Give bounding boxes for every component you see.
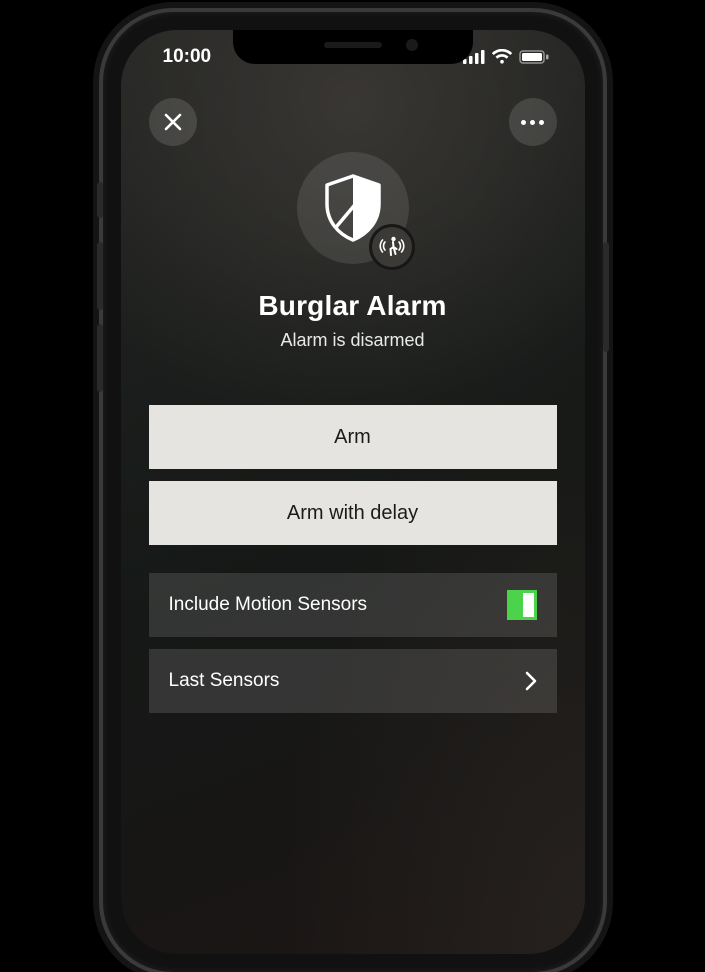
arm-button[interactable]: Arm	[149, 405, 557, 469]
chevron-right-icon	[525, 671, 537, 691]
phone-notch	[233, 30, 473, 64]
status-indicators	[463, 49, 553, 65]
row-label: Include Motion Sensors	[169, 594, 368, 616]
wifi-icon	[491, 49, 513, 65]
more-button[interactable]	[509, 98, 557, 146]
motion-sensor-icon	[379, 234, 405, 260]
more-icon	[521, 120, 544, 125]
phone-side-button	[97, 182, 103, 218]
settings-rows: Include Motion Sensors Last Sensors	[149, 573, 557, 713]
content: Burglar Alarm Alarm is disarmed Arm Arm …	[121, 84, 585, 954]
motion-sensors-toggle[interactable]	[507, 590, 537, 620]
phone-frame: 10:00	[103, 12, 603, 972]
motion-badge	[369, 224, 415, 270]
include-motion-sensors-row[interactable]: Include Motion Sensors	[149, 573, 557, 637]
phone-side-button	[603, 242, 609, 352]
status-time: 10:00	[153, 46, 212, 68]
row-label: Last Sensors	[169, 670, 280, 692]
arm-with-delay-button[interactable]: Arm with delay	[149, 481, 557, 545]
alarm-icon-wrap	[297, 152, 409, 264]
page-subtitle: Alarm is disarmed	[280, 330, 424, 351]
phone-side-button	[97, 324, 103, 392]
top-bar	[149, 98, 557, 146]
phone-side-button	[97, 242, 103, 310]
hero: Burglar Alarm Alarm is disarmed	[149, 152, 557, 351]
screen: 10:00	[121, 30, 585, 954]
action-buttons: Arm Arm with delay	[149, 405, 557, 545]
page-title: Burglar Alarm	[258, 290, 446, 322]
close-icon	[163, 112, 183, 132]
battery-icon	[519, 50, 549, 64]
close-button[interactable]	[149, 98, 197, 146]
last-sensors-row[interactable]: Last Sensors	[149, 649, 557, 713]
